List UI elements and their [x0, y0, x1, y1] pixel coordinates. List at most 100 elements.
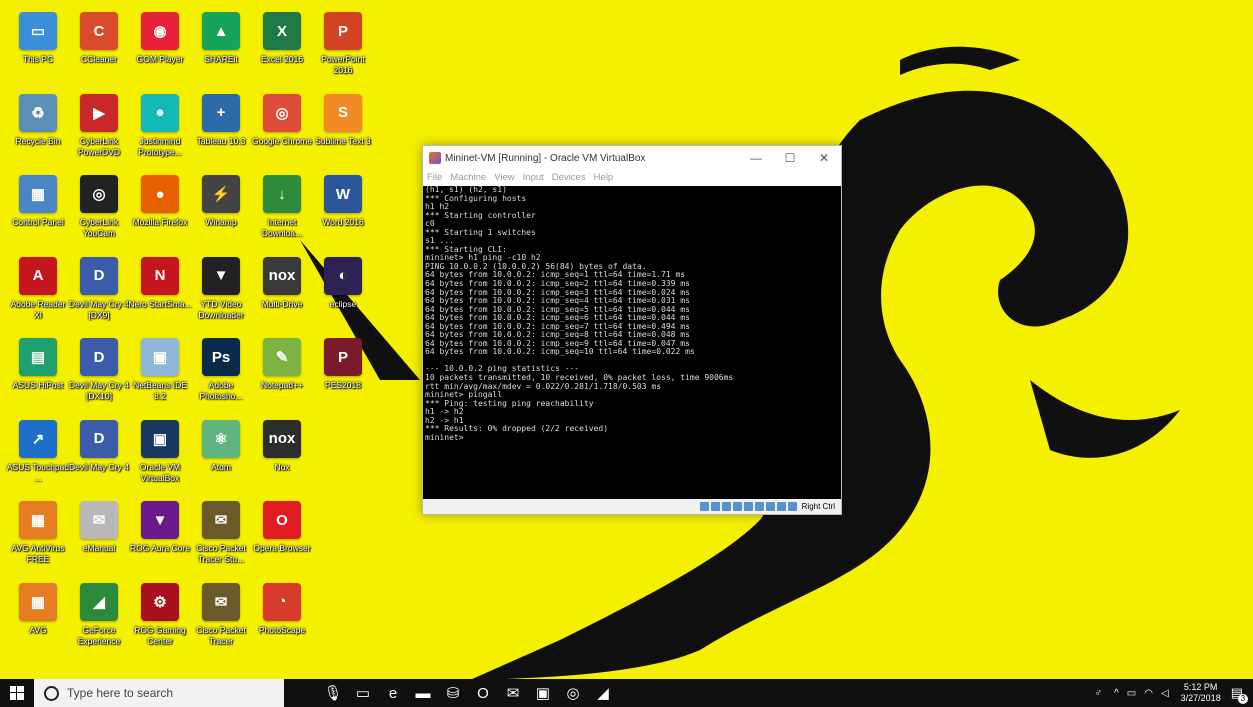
- adobe-reader-icon[interactable]: A Adobe Reader XI: [6, 256, 70, 321]
- volume-icon[interactable]: ◁: [1161, 688, 1169, 699]
- menu-file[interactable]: File: [427, 172, 442, 183]
- sublime-text-icon[interactable]: S Sublime Text 3: [311, 93, 375, 147]
- terminal-screen[interactable]: (h1, s1) (h2, s1) *** Configuring hosts h1…: [423, 186, 841, 499]
- battery-icon[interactable]: ▭: [1127, 688, 1136, 699]
- chrome-taskbar-icon[interactable]: ◎: [558, 679, 588, 707]
- nero-icon[interactable]: N Nero StartSma...: [128, 256, 192, 310]
- desktop-icon-label: Opera Browser: [253, 543, 311, 553]
- show-hidden-icons-icon[interactable]: ^: [1114, 688, 1119, 699]
- keyboard-icon[interactable]: [787, 502, 797, 511]
- desktop-icon-label: AVG AntiVirus FREE: [11, 543, 65, 564]
- menu-help[interactable]: Help: [594, 172, 614, 183]
- atom-icon[interactable]: ⚛ Atom: [189, 419, 253, 473]
- this-pc-icon[interactable]: ▭ This PC: [6, 12, 70, 65]
- usb-icon[interactable]: [743, 502, 753, 511]
- nox-icon[interactable]: nox Nox: [250, 419, 314, 473]
- photoshop-icon[interactable]: Ps Adobe Photosho...: [189, 338, 253, 402]
- idm-glyph-icon: ↓: [263, 175, 301, 213]
- edge-icon[interactable]: e: [378, 679, 408, 707]
- eclipse-taskbar-icon[interactable]: ◢: [588, 679, 618, 707]
- rog-gaming-center-glyph-icon: ⚙: [141, 582, 179, 621]
- dmc4-dx10-icon[interactable]: D Devil May Cry 4 [DX10]: [67, 338, 131, 402]
- network-icon[interactable]: [732, 502, 742, 511]
- start-button[interactable]: [0, 679, 34, 707]
- wifi-icon[interactable]: ◠: [1144, 688, 1153, 699]
- store-icon[interactable]: ⛁: [438, 679, 468, 707]
- emanual-glyph-icon: ✉: [80, 501, 118, 539]
- menu-input[interactable]: Input: [523, 172, 544, 183]
- geforce-icon[interactable]: ◢ GeForce Experience: [67, 582, 131, 647]
- winamp-icon[interactable]: ⚡ Winamp: [189, 175, 253, 228]
- search-box[interactable]: Type here to search: [34, 679, 284, 707]
- word-icon[interactable]: W Word 2016: [311, 175, 375, 228]
- action-center-icon[interactable]: ▤ 3: [1231, 685, 1248, 704]
- gom-player-icon[interactable]: ◉ GOM Player: [128, 12, 192, 65]
- pes2018-icon[interactable]: P PES2018: [311, 338, 375, 391]
- dmc4-dx9-icon[interactable]: D Devil May Cry 4 [DX9]: [67, 256, 131, 321]
- minimize-button[interactable]: —: [739, 151, 773, 165]
- file-explorer-icon[interactable]: ▬: [408, 679, 438, 707]
- taskbar: Type here to search 🎙 ▭ e ▬ ⛁ O ✉ ▣ ◎ ◢ ♂ ^ ▭ ◠ ◁…: [0, 679, 1253, 707]
- task-view-icon[interactable]: ▭: [348, 679, 378, 707]
- optical-drive-icon[interactable]: [710, 502, 720, 511]
- idm-icon[interactable]: ↓ Internet Downloa...: [250, 175, 314, 239]
- mic-icon[interactable]: 🎙: [318, 679, 348, 707]
- recycle-bin-icon[interactable]: ♻ Recycle Bin: [6, 93, 70, 147]
- packet-tracer-icon[interactable]: ✉ Cisco Packet Tracer: [189, 582, 253, 647]
- desktop-icon-label: AVG: [29, 624, 47, 635]
- photoscape-icon[interactable]: ◔ PhotoScape: [250, 582, 314, 636]
- multi-drive-icon[interactable]: nox Multi-Drive: [250, 256, 314, 310]
- menu-view[interactable]: View: [494, 172, 514, 183]
- asus-touchpad-icon[interactable]: ↗ ASUS Touchpad ...: [6, 419, 70, 484]
- avg-icon[interactable]: ▦ AVG: [6, 582, 70, 636]
- youcam-glyph-icon: ◎: [80, 175, 118, 213]
- excel-icon[interactable]: X Excel 2016: [250, 12, 314, 65]
- powerpoint-icon[interactable]: P PowerPoint 2016: [311, 12, 375, 76]
- desktop-icon-label: Atom: [211, 461, 231, 472]
- justinmind-icon[interactable]: ● Justinmind Prototype...: [128, 93, 192, 158]
- clock[interactable]: 5:12 PM 3/27/2018: [1181, 682, 1221, 704]
- opera-icon[interactable]: O Opera Browser: [250, 501, 314, 554]
- tableau-icon[interactable]: + Tableau 10.3: [189, 93, 253, 147]
- tableau-glyph-icon: +: [202, 93, 240, 132]
- maximize-button[interactable]: ☐: [773, 151, 807, 165]
- title-bar[interactable]: Mininet-VM [Running] - Oracle VM Virtual…: [423, 146, 841, 170]
- menu-devices[interactable]: Devices: [552, 172, 586, 183]
- ccleaner-icon[interactable]: C CCleaner: [67, 12, 131, 65]
- netbeans-icon[interactable]: ▣ NetBeans IDE 8.2: [128, 338, 192, 402]
- eclipse-icon[interactable]: ◐ eclipse: [311, 256, 375, 310]
- firefox-icon[interactable]: ● Mozilla Firefox: [128, 175, 192, 228]
- mail-icon[interactable]: ✉: [498, 679, 528, 707]
- control-panel-icon[interactable]: ▦ Control Panel: [6, 175, 70, 228]
- this-pc-glyph-icon: ▭: [19, 12, 57, 50]
- rog-aura-icon[interactable]: ▼ ROG Aura Core: [128, 501, 192, 554]
- display-icon[interactable]: [765, 502, 775, 511]
- virtualbox-window[interactable]: Mininet-VM [Running] - Oracle VM Virtual…: [422, 145, 842, 515]
- mouse-integration-icon[interactable]: [776, 502, 786, 511]
- virtualbox-taskbar-icon[interactable]: ▣: [528, 679, 558, 707]
- hdd-icon[interactable]: [699, 502, 709, 511]
- audio-icon[interactable]: [721, 502, 731, 511]
- menu-machine[interactable]: Machine: [450, 172, 486, 183]
- pinned-apps: 🎙 ▭ e ▬ ⛁ O ✉ ▣ ◎ ◢: [318, 679, 618, 707]
- packet-tracer-glyph-icon: ✉: [202, 582, 240, 621]
- rog-gaming-center-icon[interactable]: ⚙ ROG Gaming Center: [128, 582, 192, 647]
- packet-tracer-student-icon[interactable]: ✉ Cisco Packet Tracer Stu...: [189, 501, 253, 565]
- powerdvd-icon[interactable]: ▶ CyberLink PowerDVD: [67, 93, 131, 158]
- emanual-icon[interactable]: ✉ eManual: [67, 501, 131, 554]
- shareit-icon[interactable]: ▲ SHAREit: [189, 12, 253, 65]
- people-icon[interactable]: ♂: [1095, 688, 1103, 699]
- close-button[interactable]: ✕: [807, 151, 841, 165]
- dmc4-icon[interactable]: D Devil May Cry 4: [67, 419, 131, 473]
- desktop-icon-label: Nox: [274, 461, 290, 472]
- virtualbox-icon[interactable]: ▣ Oracle VM VirtualBox: [128, 419, 192, 484]
- shared-folders-icon[interactable]: [754, 502, 764, 511]
- youcam-icon[interactable]: ◎ CyberLink YouCam: [67, 175, 131, 239]
- asus-hipost-icon[interactable]: ▤ ASUS HiPost: [6, 338, 70, 391]
- geforce-glyph-icon: ◢: [80, 582, 118, 621]
- ytd-icon[interactable]: ▼ YTD Video Downloader: [189, 256, 253, 321]
- notepad-plus-plus-icon[interactable]: ✎ Notepad++: [250, 338, 314, 391]
- google-chrome-icon[interactable]: ◎ Google Chrome: [250, 93, 314, 147]
- avg-antivirus-icon[interactable]: ▦ AVG AntiVirus FREE: [6, 501, 70, 565]
- opera-taskbar-icon[interactable]: O: [468, 679, 498, 707]
